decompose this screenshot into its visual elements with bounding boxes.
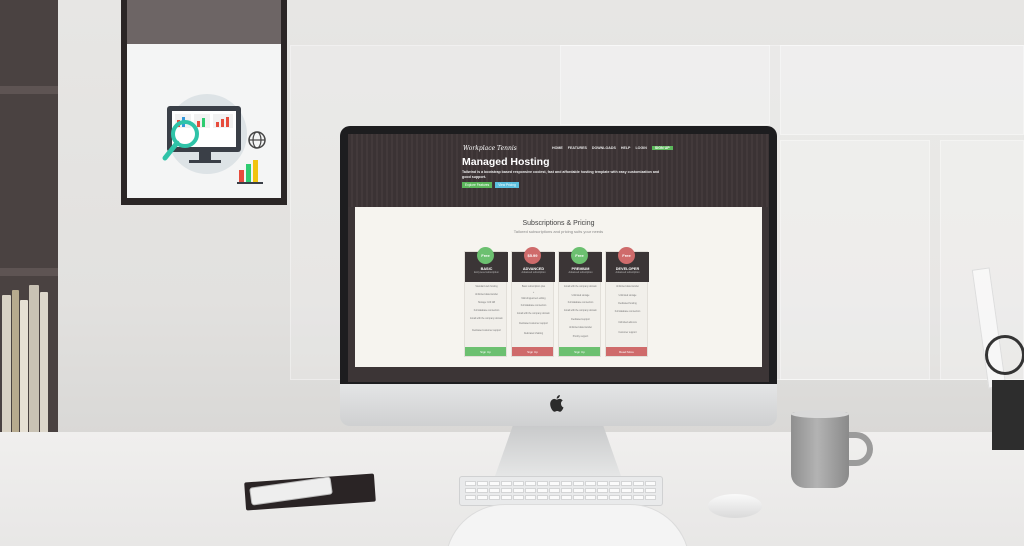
hero-title: Managed Hosting — [462, 156, 550, 168]
plan-feature: Unlimited storage — [571, 295, 590, 297]
key-row — [465, 495, 656, 500]
plan-feature: Unlimited data transfer — [615, 286, 640, 288]
mug-rim — [791, 410, 849, 418]
key-row — [465, 481, 656, 486]
explore-features-button[interactable]: Explore Features — [462, 182, 493, 188]
key-row — [465, 488, 656, 493]
plan-feature: Dedicated support — [571, 319, 590, 321]
mug — [791, 412, 849, 488]
plan-feature: Standard web hosting — [475, 286, 498, 288]
site-nav: HOME FEATURES DOWNLOADS HELP LOGIN SIGN … — [552, 146, 673, 150]
plan-feature: Unlimited data transfer — [474, 294, 499, 296]
hero-buttons: Explore Features View Pricing — [462, 182, 519, 188]
plan-feature: Email with the company domain — [564, 286, 597, 288]
plan-feature: Email with the company domain — [470, 318, 503, 320]
plan-feature: Multi-lingual text editing — [521, 298, 546, 300]
hero-subtitle: Tailwind is a bootstrap based responsive… — [462, 170, 660, 180]
plan-read-more-button[interactable]: Read More — [606, 347, 647, 356]
plan-card-premium: Free PREMIUM Advanced subscription Email… — [558, 247, 602, 357]
pricing-section: Subscriptions & Pricing Tailored subscri… — [355, 207, 762, 367]
plan-signup-button[interactable]: Sign Up — [559, 347, 600, 356]
plan-feature: Dedicated customer support — [472, 330, 501, 332]
bookshelf — [0, 0, 58, 470]
plan-price: Free — [477, 247, 494, 264]
website-below-fold — [355, 367, 762, 382]
pricing-subtitle: Tailored subscriptions and pricing suits… — [513, 229, 604, 234]
plan-description: Advanced subscription — [521, 271, 546, 274]
nav-login[interactable]: LOGIN — [635, 146, 646, 150]
plan-feature: Full database connection — [614, 311, 641, 313]
plan-card-developer: Free DEVELOPER Advanced subscription Unl… — [605, 247, 649, 357]
book — [2, 295, 11, 440]
shelf-board — [0, 86, 58, 94]
plan-feature: Unlimited data transfer — [568, 327, 593, 329]
book — [12, 290, 19, 440]
plan-description: Advanced subscription — [568, 271, 593, 274]
plan-card-advanced: $5.99 ADVANCED Advanced subscription Bas… — [511, 247, 555, 357]
plan-feature: Full database connection — [567, 302, 594, 304]
keyboard — [459, 476, 663, 506]
view-pricing-button[interactable]: View Pricing — [495, 182, 519, 188]
apple-logo-icon — [550, 395, 564, 412]
plan-feature: Unlimited add-ons — [618, 322, 637, 324]
mouse — [708, 494, 762, 518]
shelf-board — [0, 268, 58, 276]
plan-feature: Full database connection — [520, 305, 547, 307]
scissors — [985, 335, 1024, 375]
nav-help[interactable]: HELP — [621, 146, 631, 150]
nav-downloads[interactable]: DOWNLOADS — [592, 146, 616, 150]
monitor-stand — [495, 426, 621, 476]
imac-monitor: Workplace Tennis HOME FEATURES DOWNLOADS… — [340, 126, 777, 426]
plan-feature: Dedicated chatting — [523, 333, 544, 335]
pen-cup — [992, 380, 1024, 450]
plan-feature: Dedicated customer support — [519, 323, 548, 325]
plan-signup-button[interactable]: Sign Up — [465, 347, 506, 356]
plan-description: Advanced subscription — [615, 271, 640, 274]
frame-top — [127, 0, 281, 44]
plan-description: Entry-level subscription — [474, 271, 499, 274]
plan-feature: Priority support — [572, 336, 589, 338]
frame-artwork — [127, 44, 281, 198]
picture-frame — [121, 0, 287, 205]
plan-feature: Basic subscription plus — [521, 286, 546, 288]
pricing-title: Subscriptions & Pricing — [522, 220, 595, 227]
chair — [445, 504, 690, 546]
plan-feature: Dedicated hosting — [618, 303, 637, 305]
plan-feature: Email with the company domain — [517, 313, 550, 315]
wall-panel — [560, 45, 770, 125]
book — [40, 292, 48, 440]
plan-feature: Customer support — [618, 332, 637, 334]
plan-feature: Unlimited storage — [618, 295, 637, 297]
plan-feature: + — [532, 292, 535, 294]
plan-feature: Storage: 100 GB — [477, 302, 496, 304]
book — [20, 300, 28, 440]
plan-signup-button[interactable]: Sign Up — [512, 347, 553, 356]
book — [29, 285, 39, 440]
plan-price: Free — [618, 247, 635, 264]
plan-price: $5.99 — [524, 247, 541, 264]
pricing-plans: Free BASIC Entry-level subscription Stan… — [464, 247, 649, 357]
plan-feature: Email with the company domain — [564, 310, 597, 312]
plan-feature: Full database connection — [473, 310, 500, 312]
plan-price: Free — [571, 247, 588, 264]
wall-panel — [780, 140, 930, 380]
nav-signup-button[interactable]: SIGN UP — [651, 146, 673, 150]
nav-features[interactable]: FEATURES — [568, 146, 587, 150]
site-logo[interactable]: Workplace Tennis — [463, 145, 517, 152]
plan-card-basic: Free BASIC Entry-level subscription Stan… — [464, 247, 508, 357]
nav-home[interactable]: HOME — [552, 146, 563, 150]
monitor-screen: Workplace Tennis HOME FEATURES DOWNLOADS… — [348, 134, 769, 382]
globe-icon — [248, 131, 266, 149]
bar-chart-icon — [237, 160, 263, 184]
wall-panel — [780, 45, 1024, 135]
